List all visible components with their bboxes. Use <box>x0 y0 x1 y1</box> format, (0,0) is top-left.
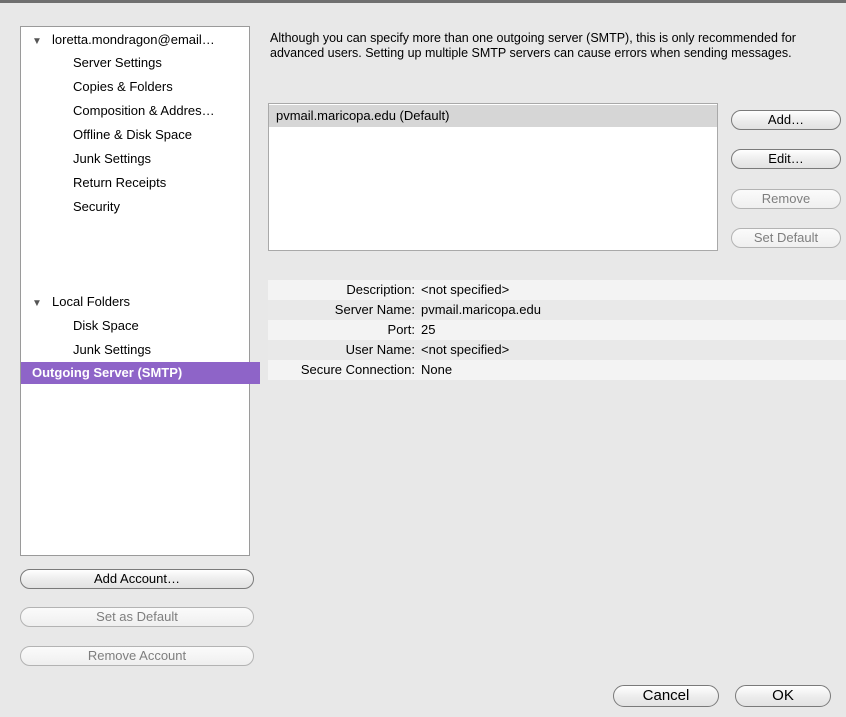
tree-item-offline-disk[interactable]: Offline & Disk Space <box>21 124 301 146</box>
server-list-item[interactable]: pvmail.maricopa.edu (Default) <box>269 105 717 127</box>
tree-item-security[interactable]: Security <box>21 196 301 218</box>
detail-value: None <box>421 362 453 377</box>
tree-item-disk-space[interactable]: Disk Space <box>21 315 301 337</box>
disclosure-triangle-icon[interactable]: ▼ <box>32 31 52 53</box>
detail-server-name: Server Name: pvmail.maricopa.edu <box>268 300 846 320</box>
disclosure-triangle-icon[interactable]: ▼ <box>32 293 52 315</box>
detail-secure-connection: Secure Connection: None <box>268 360 846 380</box>
detail-label: Description: <box>346 282 415 297</box>
set-as-default-button[interactable]: Set as Default <box>20 607 254 627</box>
tree-item-label: Return Receipts <box>73 175 167 190</box>
cancel-button[interactable]: Cancel <box>613 685 719 707</box>
remove-account-button[interactable]: Remove Account <box>20 646 254 666</box>
smtp-server-list[interactable]: pvmail.maricopa.edu (Default) <box>268 103 718 251</box>
add-account-button[interactable]: Add Account… <box>20 569 254 589</box>
tree-item-junk-settings[interactable]: Junk Settings <box>21 148 301 170</box>
edit-server-button[interactable]: Edit… <box>731 149 841 169</box>
detail-port: Port: 25 <box>268 320 846 340</box>
tree-item-label: Junk Settings <box>73 342 152 357</box>
window-top-edge <box>0 0 846 3</box>
remove-server-button[interactable]: Remove <box>731 189 841 209</box>
tree-item-server-settings[interactable]: Server Settings <box>21 52 301 74</box>
detail-label: User Name: <box>345 342 415 357</box>
tree-item-local-junk-settings[interactable]: Junk Settings <box>21 339 301 361</box>
detail-label: Server Name: <box>334 302 415 317</box>
detail-label: Secure Connection: <box>300 362 415 377</box>
tree-local-folders[interactable]: ▼ Local Folders <box>21 291 260 313</box>
tree-item-composition[interactable]: Composition & Addres… <box>21 100 301 122</box>
local-folders-label: Local Folders <box>52 294 131 309</box>
server-details: Description: <not specified> Server Name… <box>268 280 846 380</box>
set-default-server-button[interactable]: Set Default <box>731 228 841 248</box>
account-tree[interactable]: ▼ loretta.mondragon@email… Server Setting… <box>20 26 260 556</box>
tree-item-label: Composition & Addres… <box>73 103 215 118</box>
detail-value: pvmail.maricopa.edu <box>421 302 541 317</box>
tree-item-label: Copies & Folders <box>73 79 173 94</box>
tree-item-label: Offline & Disk Space <box>73 127 192 142</box>
smtp-intro-text: Although you can specify more than one o… <box>270 31 796 60</box>
tree-item-label: Junk Settings <box>73 151 152 166</box>
tree-item-label: Security <box>73 199 120 214</box>
detail-user-name: User Name: <not specified> <box>268 340 846 360</box>
tree-account[interactable]: ▼ loretta.mondragon@email… <box>21 29 260 51</box>
tree-item-label: Outgoing Server (SMTP) <box>32 365 183 380</box>
ok-button[interactable]: OK <box>735 685 831 707</box>
add-server-button[interactable]: Add… <box>731 110 841 130</box>
detail-value: <not specified> <box>421 342 510 357</box>
detail-description: Description: <not specified> <box>268 280 846 300</box>
account-label: loretta.mondragon@email… <box>52 32 215 47</box>
tree-item-label: Disk Space <box>73 318 139 333</box>
tree-item-label: Server Settings <box>73 55 162 70</box>
tree-item-return-receipts[interactable]: Return Receipts <box>21 172 301 194</box>
tree-item-outgoing-server[interactable]: Outgoing Server (SMTP) <box>21 362 260 384</box>
tree-item-copies-folders[interactable]: Copies & Folders <box>21 76 301 98</box>
detail-label: Port: <box>387 322 415 337</box>
detail-value: 25 <box>421 322 436 337</box>
detail-value: <not specified> <box>421 282 510 297</box>
